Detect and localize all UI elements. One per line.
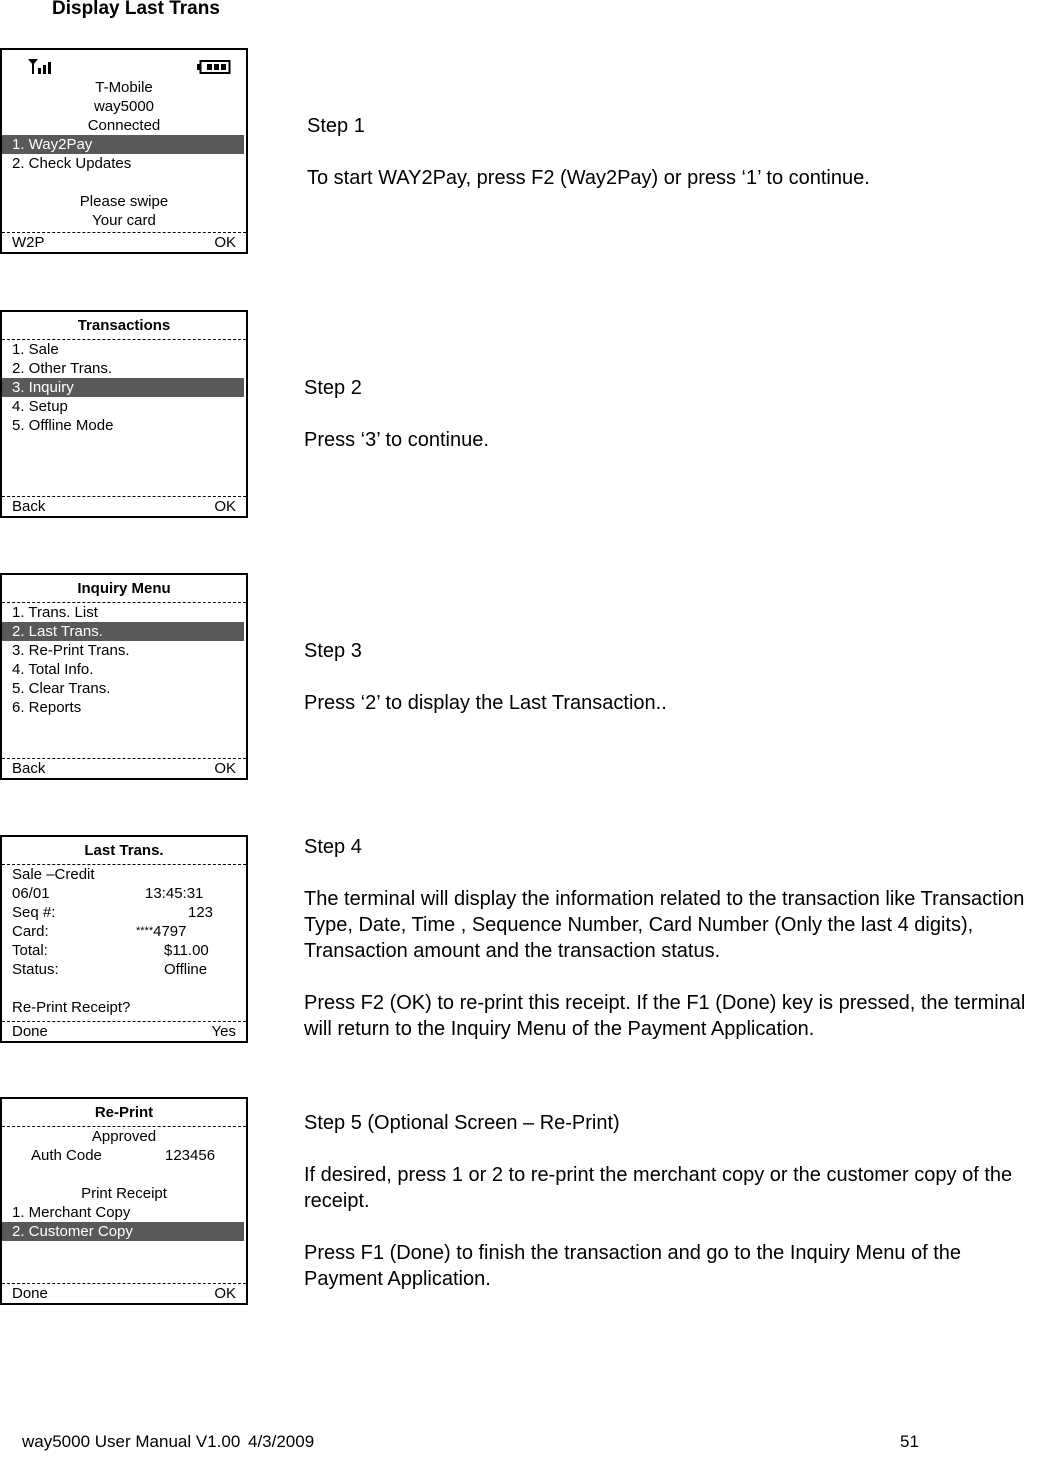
softkey-ok[interactable]: OK bbox=[214, 497, 236, 517]
step-title: Step 3 bbox=[304, 640, 362, 662]
softkey-done[interactable]: Done bbox=[12, 1023, 48, 1040]
total-value: $11.00 bbox=[164, 942, 209, 959]
screen-header: Last Trans. bbox=[2, 837, 246, 865]
auth-code-label: Auth Code bbox=[31, 1147, 102, 1164]
device-name: way5000 bbox=[93, 98, 155, 115]
softkey-back[interactable]: Back bbox=[12, 760, 45, 777]
menu-item-total-info[interactable]: 4. Total Info. bbox=[2, 660, 246, 679]
menu-item-merchant-copy[interactable]: 1. Merchant Copy bbox=[2, 1203, 246, 1222]
menu-item-trans-list[interactable]: 1. Trans. List bbox=[2, 603, 246, 622]
print-receipt-label: Print Receipt bbox=[81, 1185, 167, 1202]
terminal-screen-reprint: Re-Print Approved Auth Code 123456 Print… bbox=[0, 1097, 248, 1305]
step-text: Press F1 (Done) to finish the transactio… bbox=[304, 1242, 962, 1290]
step-text: Press F2 (OK) to re-print this receipt. … bbox=[304, 992, 1026, 1040]
status-value: Offline bbox=[164, 961, 208, 978]
footer-page-number: 51 bbox=[900, 1432, 919, 1451]
softkey-bar: Back OK bbox=[2, 758, 246, 778]
menu-item-check-updates[interactable]: 2. Check Updates bbox=[2, 154, 246, 173]
softkey-yes[interactable]: Yes bbox=[212, 1022, 236, 1042]
seq-value: 123 bbox=[188, 904, 214, 921]
sequence-row: Seq #: 123 bbox=[2, 903, 246, 922]
transaction-time: 13:45:31 bbox=[145, 885, 204, 902]
menu-item-offline-mode[interactable]: 5. Offline Mode bbox=[2, 416, 246, 435]
menu-item-reports[interactable]: 6. Reports bbox=[2, 698, 246, 717]
softkey-bar: W2P OK bbox=[2, 232, 246, 252]
reprint-prompt: Re-Print Receipt? bbox=[12, 999, 131, 1016]
transaction-type: Sale –Credit bbox=[12, 866, 95, 883]
menu-item-clear-trans[interactable]: 5. Clear Trans. bbox=[2, 679, 246, 698]
step-text: If desired, press 1 or 2 to re-print the… bbox=[304, 1164, 1013, 1212]
menu-item-other-trans[interactable]: 2. Other Trans. bbox=[2, 359, 246, 378]
total-row: Total: $11.00 bbox=[2, 941, 246, 960]
softkey-back[interactable]: Back bbox=[12, 498, 45, 515]
softkey-bar: Done OK bbox=[2, 1283, 246, 1303]
screen-header: Transactions bbox=[2, 312, 246, 340]
step-title: Step 2 bbox=[304, 377, 362, 399]
step-2: Step 2 Press ‘3’ to continue. bbox=[304, 375, 489, 453]
softkey-bar: Back OK bbox=[2, 496, 246, 516]
step-1: Step 1 To start WAY2Pay, press F2 (Way2P… bbox=[307, 113, 870, 191]
menu-item-reprint-trans[interactable]: 3. Re-Print Trans. bbox=[2, 641, 246, 660]
card-last-four: 4797 bbox=[153, 923, 187, 940]
softkey-w2p[interactable]: W2P bbox=[12, 234, 45, 251]
footer-doc-title: way5000 User Manual V1.00 bbox=[22, 1432, 241, 1451]
softkey-done[interactable]: Done bbox=[12, 1285, 48, 1302]
screen-header: Inquiry Menu bbox=[2, 575, 246, 603]
terminal-screen-inquiry-menu: Inquiry Menu 1. Trans. List 2. Last Tran… bbox=[0, 573, 248, 780]
softkey-ok[interactable]: OK bbox=[214, 759, 236, 779]
menu-item-sale[interactable]: 1. Sale bbox=[2, 340, 246, 359]
total-label: Total: bbox=[12, 942, 48, 959]
transaction-date: 06/01 bbox=[12, 885, 50, 902]
menu-item-way2pay[interactable]: 1. Way2Pay bbox=[2, 135, 244, 154]
status-label: Status: bbox=[12, 961, 59, 978]
auth-code-value: 123456 bbox=[165, 1147, 216, 1164]
approval-status: Approved bbox=[91, 1128, 157, 1145]
step-4: Step 4 The terminal will display the inf… bbox=[304, 834, 1041, 1042]
step-text: To start WAY2Pay, press F2 (Way2Pay) or … bbox=[307, 167, 870, 189]
status-bar bbox=[2, 50, 246, 78]
step-5: Step 5 (Optional Screen – Re-Print) If d… bbox=[304, 1110, 1034, 1292]
step-title: Step 1 bbox=[307, 115, 365, 137]
softkey-bar: Done Yes bbox=[2, 1021, 246, 1041]
swipe-prompt-line2: Your card bbox=[92, 212, 156, 229]
softkey-ok[interactable]: OK bbox=[214, 1284, 236, 1304]
step-text: Press ‘2’ to display the Last Transactio… bbox=[304, 692, 667, 714]
menu-item-customer-copy[interactable]: 2. Customer Copy bbox=[2, 1222, 244, 1241]
step-text: Press ‘3’ to continue. bbox=[304, 429, 489, 451]
connection-status: Connected bbox=[87, 117, 161, 134]
auth-code-row: Auth Code 123456 bbox=[2, 1146, 246, 1165]
terminal-screen-transactions: Transactions 1. Sale 2. Other Trans. 3. … bbox=[0, 310, 248, 518]
status-row: Status: Offline bbox=[2, 960, 246, 979]
softkey-ok[interactable]: OK bbox=[214, 233, 236, 253]
seq-label: Seq #: bbox=[12, 904, 56, 921]
signal-antenna-icon bbox=[28, 59, 51, 74]
battery-icon bbox=[197, 60, 231, 74]
menu-item-inquiry[interactable]: 3. Inquiry bbox=[2, 378, 244, 397]
carrier-name: T-Mobile bbox=[95, 79, 153, 96]
terminal-screen-last-trans: Last Trans. Sale –Credit 06/01 13:45:31 … bbox=[0, 835, 248, 1043]
screen-header: Re-Print bbox=[2, 1099, 246, 1127]
step-text: The terminal will display the informatio… bbox=[304, 888, 1025, 962]
swipe-prompt-line1: Please swipe bbox=[79, 193, 169, 210]
card-row: Card: ****4797 bbox=[2, 922, 246, 941]
step-title: Step 4 bbox=[304, 836, 362, 858]
date-time-row: 06/01 13:45:31 bbox=[2, 884, 246, 903]
terminal-screen-home: T-Mobile way5000 Connected 1. Way2Pay 2.… bbox=[0, 48, 248, 254]
card-mask: **** bbox=[136, 925, 154, 937]
step-title: Step 5 (Optional Screen – Re-Print) bbox=[304, 1112, 620, 1134]
menu-item-setup[interactable]: 4. Setup bbox=[2, 397, 246, 416]
step-3: Step 3 Press ‘2’ to display the Last Tra… bbox=[304, 638, 667, 716]
page-title: Display Last Trans bbox=[52, 0, 220, 19]
footer-date: 4/3/2009 bbox=[248, 1432, 315, 1451]
menu-item-last-trans[interactable]: 2. Last Trans. bbox=[2, 622, 244, 641]
card-label: Card: bbox=[12, 923, 49, 940]
